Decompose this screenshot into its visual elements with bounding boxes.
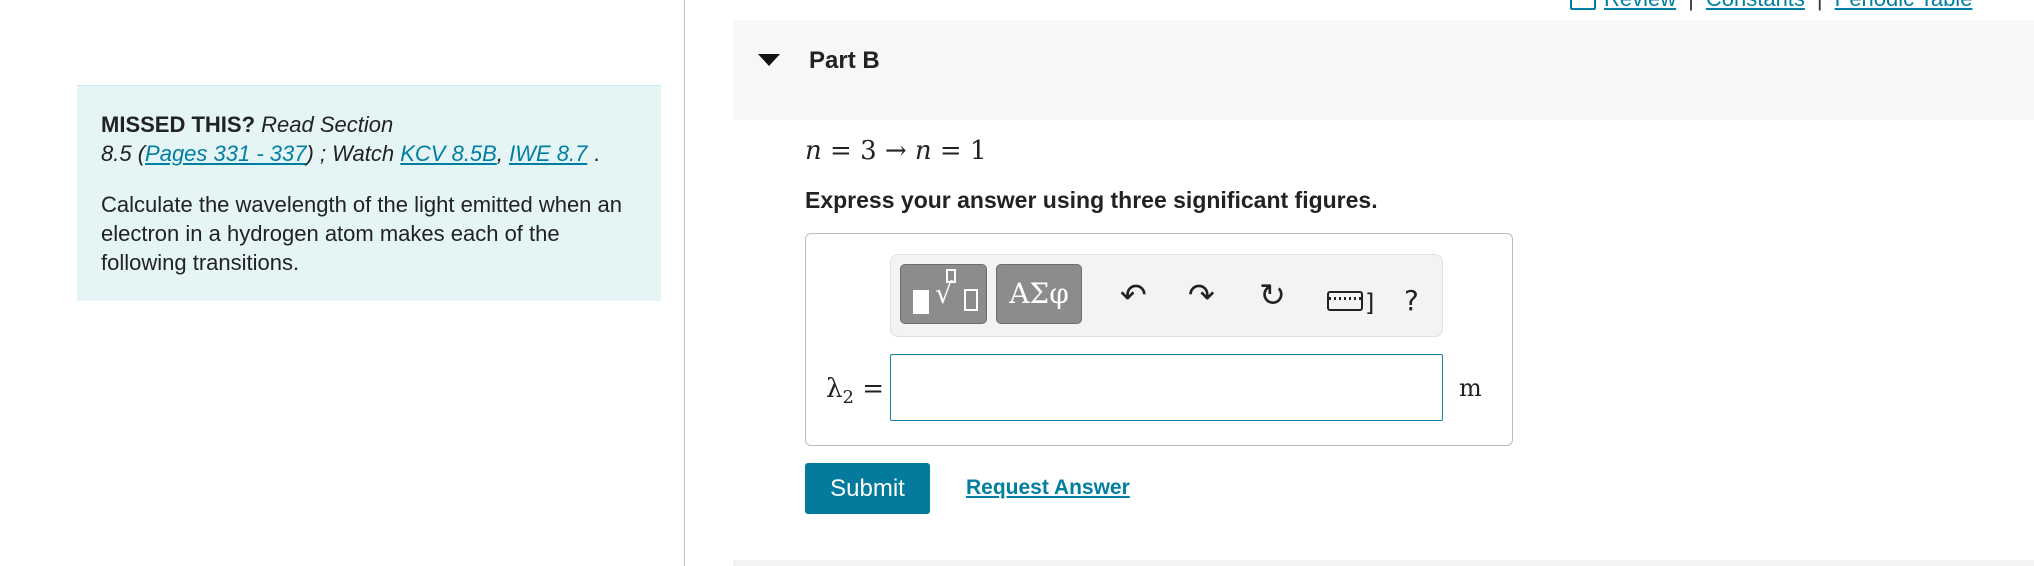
- lambda-symbol: λ: [826, 374, 843, 404]
- symbols-button[interactable]: ΑΣφ: [996, 264, 1082, 324]
- reset-icon[interactable]: ↻: [1259, 277, 1286, 313]
- read-section-text: Read Section: [261, 112, 394, 137]
- help-icon[interactable]: ?: [1404, 283, 1419, 319]
- keyboard-icon[interactable]: [1327, 291, 1363, 311]
- kcv-link[interactable]: KCV 8.5B: [400, 141, 497, 166]
- answer-box: √ ΑΣφ ↶ ↷ ↻ ] ? λ2 = m: [805, 233, 1513, 446]
- periodic-table-link[interactable]: Periodic Table: [1835, 0, 1973, 11]
- templates-icon: [913, 290, 929, 314]
- missed-header: MISSED THIS? Read Section 8.5 (Pages 331…: [101, 110, 637, 168]
- vertical-divider: [684, 0, 685, 566]
- request-answer-link[interactable]: Request Answer: [966, 476, 1130, 500]
- equals-sign: =: [853, 374, 884, 404]
- section-number: 8.5 (: [101, 141, 146, 166]
- lambda-label: λ2 =: [826, 374, 884, 408]
- n-symbol: n: [914, 136, 932, 166]
- keyboard-bracket: ]: [1365, 289, 1375, 317]
- math-toolbar: √ ΑΣφ ↶ ↷ ↻ ] ?: [890, 254, 1443, 337]
- link-separator: |: [1817, 0, 1823, 11]
- caret-down-icon[interactable]: [758, 54, 780, 66]
- transition-to: = 1: [931, 136, 987, 166]
- review-link[interactable]: Review: [1604, 0, 1676, 11]
- part-header[interactable]: Part B: [733, 20, 2034, 120]
- lambda-subscript: 2: [842, 387, 854, 409]
- instruction-text: Express your answer using three signific…: [805, 187, 1378, 213]
- constants-link[interactable]: Constants: [1706, 0, 1805, 11]
- link-separator: |: [1688, 0, 1694, 11]
- watch-text: ) ; Watch: [306, 141, 401, 166]
- top-links: Review | Constants | Periodic Table: [1570, 0, 1972, 12]
- templates-button[interactable]: √: [900, 264, 987, 324]
- transition-equation: n = 3 → n = 1: [805, 136, 987, 166]
- radical-icon: √: [935, 277, 953, 310]
- question-text: Calculate the wavelength of the light em…: [101, 192, 622, 275]
- undo-icon[interactable]: ↶: [1120, 277, 1147, 313]
- templates-icon-box: [964, 289, 978, 311]
- next-part-band: [733, 560, 2034, 566]
- missed-title: MISSED THIS?: [101, 112, 256, 137]
- submit-button[interactable]: Submit: [805, 463, 930, 514]
- transition-from: = 3 →: [821, 136, 915, 166]
- redo-icon[interactable]: ↷: [1188, 277, 1215, 313]
- answer-input[interactable]: [890, 354, 1443, 421]
- comma-text: ,: [496, 141, 510, 166]
- review-icon: [1570, 0, 1596, 11]
- end-text: .: [587, 141, 600, 166]
- missed-this-panel: MISSED THIS? Read Section 8.5 (Pages 331…: [77, 85, 661, 301]
- n-symbol: n: [805, 136, 822, 166]
- part-title: Part B: [809, 47, 880, 74]
- pages-link[interactable]: Pages 331 - 337: [145, 141, 306, 166]
- unit-label: m: [1459, 374, 1482, 402]
- iwe-link[interactable]: IWE 8.7: [509, 141, 587, 166]
